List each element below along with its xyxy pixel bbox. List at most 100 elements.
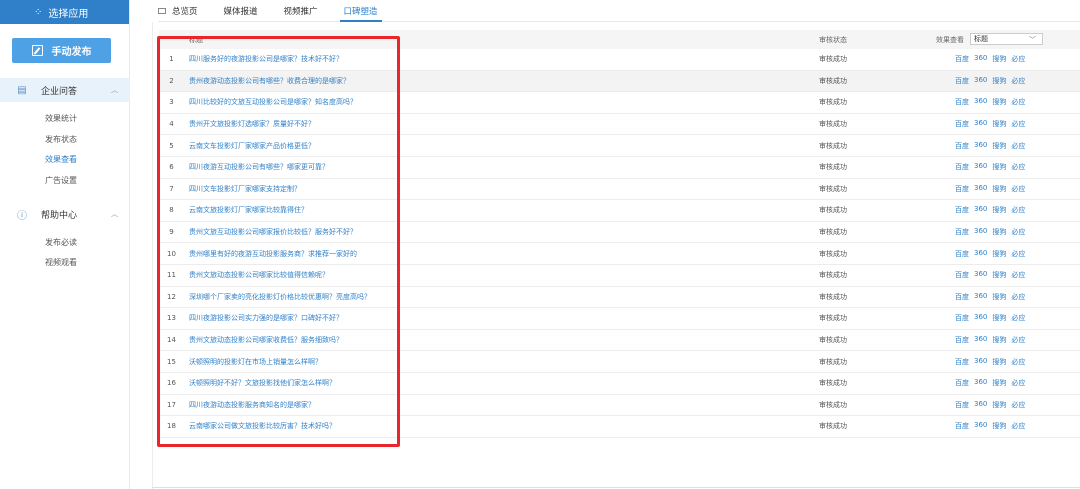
row-title-link[interactable]: 云南文旅投影灯厂家哪家比较靠得住？	[189, 205, 308, 215]
manual-publish-button[interactable]: 手动发布	[12, 38, 111, 63]
search-engine-link[interactable]: 搜狗	[992, 421, 1006, 431]
search-engine-link[interactable]: 360	[974, 313, 987, 323]
search-engine-link[interactable]: 必应	[1011, 76, 1025, 86]
search-engine-link[interactable]: 必应	[1011, 162, 1025, 172]
search-engine-link[interactable]: 360	[974, 141, 987, 151]
search-engine-link[interactable]: 百度	[955, 205, 969, 215]
row-title-link[interactable]: 深圳哪个厂家卖的亮化投影灯价格比较优惠啊？亮度高吗？	[189, 292, 371, 302]
search-engine-link[interactable]: 百度	[955, 119, 969, 129]
search-engine-link[interactable]: 360	[974, 76, 987, 86]
row-title-link[interactable]: 四川夜游动态投影服务商知名的是哪家？	[189, 400, 315, 410]
search-engine-link[interactable]: 360	[974, 162, 987, 172]
search-engine-link[interactable]: 360	[974, 97, 987, 107]
search-engine-link[interactable]: 必应	[1011, 249, 1025, 259]
search-engine-link[interactable]: 必应	[1011, 119, 1025, 129]
effect-select[interactable]: 标题 ﹀	[970, 33, 1043, 45]
search-engine-link[interactable]: 360	[974, 184, 987, 194]
search-engine-link[interactable]: 搜狗	[992, 76, 1006, 86]
search-engine-link[interactable]: 百度	[955, 357, 969, 367]
tab-reputation[interactable]: 口碑塑造	[339, 0, 382, 22]
row-title-link[interactable]: 云南哪家公司做文旅投影比较厉害？技术好吗？	[189, 421, 336, 431]
sidebar-item-ads[interactable]: 广告设置	[45, 175, 77, 186]
search-engine-link[interactable]: 搜狗	[992, 313, 1006, 323]
search-engine-link[interactable]: 搜狗	[992, 97, 1006, 107]
row-title-link[interactable]: 贵州开文旅投影灯选哪家？质量好不好？	[189, 119, 315, 129]
search-engine-link[interactable]: 必应	[1011, 421, 1025, 431]
search-engine-link[interactable]: 搜狗	[992, 292, 1006, 302]
search-engine-link[interactable]: 必应	[1011, 270, 1025, 280]
search-engine-link[interactable]: 搜狗	[992, 54, 1006, 64]
search-engine-link[interactable]: 百度	[955, 421, 969, 431]
search-engine-link[interactable]: 必应	[1011, 141, 1025, 151]
row-title-link[interactable]: 四川文车投影灯厂家哪家支持定制？	[189, 184, 301, 194]
row-title-link[interactable]: 四川夜游投影公司实力强的是哪家？口碑好不好？	[189, 313, 343, 323]
search-engine-link[interactable]: 百度	[955, 249, 969, 259]
search-engine-link[interactable]: 百度	[955, 162, 969, 172]
search-engine-link[interactable]: 360	[974, 378, 987, 388]
search-engine-link[interactable]: 必应	[1011, 54, 1025, 64]
row-title-link[interactable]: 四川夜游互动投影公司有哪些？哪家更可靠？	[189, 162, 329, 172]
search-engine-link[interactable]: 百度	[955, 270, 969, 280]
search-engine-link[interactable]: 必应	[1011, 357, 1025, 367]
search-engine-link[interactable]: 百度	[955, 400, 969, 410]
search-engine-link[interactable]: 百度	[955, 227, 969, 237]
tab-overview[interactable]: 总览页	[158, 0, 198, 22]
search-engine-link[interactable]: 百度	[955, 97, 969, 107]
sidebar-item-status[interactable]: 发布状态	[45, 134, 77, 145]
row-title-link[interactable]: 沃顿照明好不好？文旅投影找他们家怎么样啊？	[189, 378, 336, 388]
search-engine-link[interactable]: 百度	[955, 141, 969, 151]
search-engine-link[interactable]: 360	[974, 249, 987, 259]
search-engine-link[interactable]: 360	[974, 270, 987, 280]
search-engine-link[interactable]: 百度	[955, 335, 969, 345]
search-engine-link[interactable]: 360	[974, 205, 987, 215]
row-title-link[interactable]: 四川服务好的夜游投影公司是哪家？技术好不好？	[189, 54, 343, 64]
search-engine-link[interactable]: 必应	[1011, 313, 1025, 323]
search-engine-link[interactable]: 百度	[955, 54, 969, 64]
row-title-link[interactable]: 贵州文旅动态投影公司哪家收费低？服务细致吗？	[189, 335, 343, 345]
search-engine-link[interactable]: 360	[974, 292, 987, 302]
row-title-link[interactable]: 贵州哪里有好的夜游互动投影服务商？求推荐一家好的	[189, 249, 357, 259]
row-title-link[interactable]: 贵州夜游动态投影公司有哪些？收费合理的是哪家？	[189, 76, 350, 86]
row-title-link[interactable]: 云南文车投影灯厂家哪家产品价格更低？	[189, 141, 315, 151]
search-engine-link[interactable]: 搜狗	[992, 378, 1006, 388]
search-engine-link[interactable]: 360	[974, 335, 987, 345]
search-engine-link[interactable]: 必应	[1011, 335, 1025, 345]
search-engine-link[interactable]: 搜狗	[992, 335, 1006, 345]
search-engine-link[interactable]: 搜狗	[992, 119, 1006, 129]
search-engine-link[interactable]: 必应	[1011, 400, 1025, 410]
search-engine-link[interactable]: 搜狗	[992, 270, 1006, 280]
search-engine-link[interactable]: 百度	[955, 184, 969, 194]
search-engine-link[interactable]: 百度	[955, 76, 969, 86]
search-engine-link[interactable]: 搜狗	[992, 249, 1006, 259]
search-engine-link[interactable]: 搜狗	[992, 162, 1006, 172]
search-engine-link[interactable]: 必应	[1011, 378, 1025, 388]
search-engine-link[interactable]: 搜狗	[992, 141, 1006, 151]
search-engine-link[interactable]: 百度	[955, 292, 969, 302]
search-engine-link[interactable]: 360	[974, 227, 987, 237]
tab-media[interactable]: 媒体报道	[224, 0, 258, 22]
search-engine-link[interactable]: 搜狗	[992, 400, 1006, 410]
search-engine-link[interactable]: 必应	[1011, 184, 1025, 194]
row-title-link[interactable]: 四川比较好的文旅互动投影公司是哪家？知名度高吗？	[189, 97, 357, 107]
search-engine-link[interactable]: 搜狗	[992, 205, 1006, 215]
search-engine-link[interactable]: 360	[974, 54, 987, 64]
sidebar-item-stats[interactable]: 效果统计	[45, 113, 77, 124]
sidebar-item-video[interactable]: 视频观看	[45, 257, 77, 268]
app-switch-button[interactable]: ⁘ 选择应用	[0, 0, 129, 24]
search-engine-link[interactable]: 360	[974, 357, 987, 367]
row-title-link[interactable]: 沃顿照明的投影灯在市场上销量怎么样啊？	[189, 357, 322, 367]
tab-video[interactable]: 视频推广	[284, 0, 318, 22]
search-engine-link[interactable]: 360	[974, 400, 987, 410]
search-engine-link[interactable]: 必应	[1011, 292, 1025, 302]
search-engine-link[interactable]: 搜狗	[992, 357, 1006, 367]
search-engine-link[interactable]: 百度	[955, 378, 969, 388]
search-engine-link[interactable]: 必应	[1011, 227, 1025, 237]
sidebar-item-effect[interactable]: 效果查看	[45, 154, 77, 165]
search-engine-link[interactable]: 搜狗	[992, 227, 1006, 237]
search-engine-link[interactable]: 必应	[1011, 205, 1025, 215]
search-engine-link[interactable]: 搜狗	[992, 184, 1006, 194]
search-engine-link[interactable]: 360	[974, 421, 987, 431]
sidebar-section-qa[interactable]: ▤ 企业问答 ︿	[0, 78, 130, 102]
row-title-link[interactable]: 贵州文旅互动投影公司哪家报价比较低？服务好不好？	[189, 227, 357, 237]
sidebar-section-help[interactable]: ⓘ 帮助中心 ︿	[0, 202, 130, 226]
